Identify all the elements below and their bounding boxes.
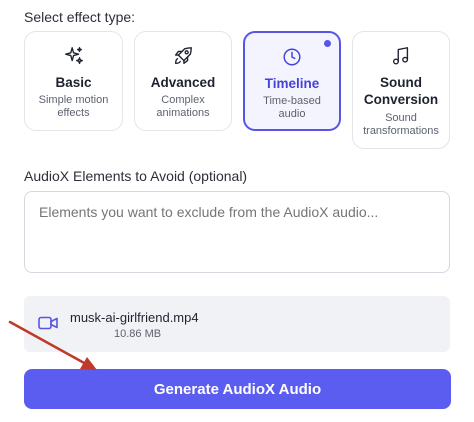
file-name: musk-ai-girlfriend.mp4 — [70, 310, 199, 325]
avoid-elements-input[interactable] — [24, 191, 450, 273]
card-title: Basic — [55, 75, 92, 90]
card-description: Simple motion effects — [38, 94, 109, 119]
effect-type-label: Select effect type: — [24, 9, 136, 25]
music-note-icon — [390, 45, 412, 67]
effect-card-sound-conversion[interactable]: Sound Conversion Sound transformations — [352, 31, 450, 149]
card-description: Time-based audio — [263, 95, 321, 120]
card-title: Timeline — [264, 76, 320, 91]
clock-icon — [281, 46, 303, 68]
effect-card-timeline[interactable]: Timeline Time-based audio — [243, 31, 341, 131]
card-description: Sound transformations — [363, 112, 439, 137]
uploaded-file-card: musk-ai-girlfriend.mp4 10.86 MB — [24, 296, 450, 352]
card-description: Complex animations — [156, 94, 210, 119]
rocket-icon — [172, 45, 194, 67]
file-size: 10.86 MB — [114, 328, 162, 340]
selected-indicator-dot — [324, 40, 331, 47]
sparkles-icon — [63, 45, 85, 67]
avoid-elements-label: AudioX Elements to Avoid (optional) — [24, 168, 248, 184]
effect-card-advanced[interactable]: Advanced Complex animations — [134, 31, 232, 131]
generate-audio-button[interactable]: Generate AudioX Audio — [24, 369, 451, 409]
card-title: Advanced — [150, 75, 216, 90]
video-camera-icon — [38, 315, 58, 331]
effect-card-basic[interactable]: Basic Simple motion effects — [24, 31, 123, 131]
card-title: Sound Conversion — [363, 75, 439, 107]
